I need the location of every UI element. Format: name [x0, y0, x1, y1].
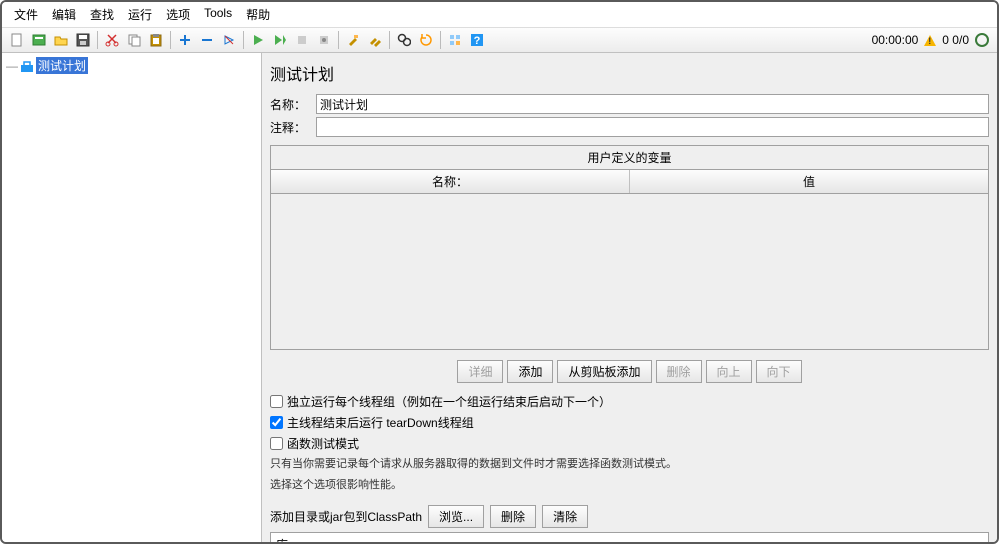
main-split: — 测试计划 测试计划 名称： 注释： 用户定义的变量 名称： 值: [2, 53, 997, 542]
cut-icon[interactable]: [102, 30, 122, 50]
tree-panel[interactable]: — 测试计划: [2, 53, 262, 542]
menu-file[interactable]: 文件: [7, 4, 45, 25]
collapse-handle-icon[interactable]: —: [6, 59, 18, 73]
comment-label: 注释：: [270, 119, 316, 136]
status-indicator-icon: [975, 33, 989, 47]
add-button[interactable]: 添加: [507, 360, 553, 383]
vars-header: 名称： 值: [271, 170, 988, 194]
start-icon[interactable]: [248, 30, 268, 50]
library-label: 库: [276, 538, 288, 542]
save-icon[interactable]: [73, 30, 93, 50]
up-button[interactable]: 向上: [706, 360, 752, 383]
vars-title: 用户定义的变量: [271, 146, 988, 170]
clear-all-icon[interactable]: [365, 30, 385, 50]
help-icon[interactable]: ?: [467, 30, 487, 50]
collapse-icon[interactable]: [197, 30, 217, 50]
browse-button[interactable]: 浏览...: [428, 505, 484, 528]
delete-button[interactable]: 删除: [656, 360, 702, 383]
col-name[interactable]: 名称：: [271, 170, 630, 193]
stop-icon[interactable]: [292, 30, 312, 50]
vars-buttons: 详细 添加 从剪贴板添加 删除 向上 向下: [270, 354, 989, 389]
name-input[interactable]: [316, 94, 989, 114]
vars-table-body[interactable]: [271, 194, 988, 349]
teardown-checkbox[interactable]: [270, 416, 283, 429]
shutdown-icon[interactable]: [314, 30, 334, 50]
clear-icon[interactable]: [343, 30, 363, 50]
tree-root-label[interactable]: 测试计划: [36, 57, 88, 74]
functional-label: 函数测试模式: [287, 435, 359, 452]
new-icon[interactable]: [7, 30, 27, 50]
editor-panel: 测试计划 名称： 注释： 用户定义的变量 名称： 值 详细 添加 从剪贴板: [262, 53, 997, 542]
expand-icon[interactable]: [175, 30, 195, 50]
menubar: 文件 编辑 查找 运行 选项 Tools 帮助: [2, 2, 997, 28]
testplan-icon: [20, 59, 34, 73]
classpath-label: 添加目录或jar包到ClassPath: [270, 508, 422, 525]
delete-cp-button[interactable]: 删除: [490, 505, 536, 528]
user-vars-box: 用户定义的变量 名称： 值: [270, 145, 989, 350]
serialize-label: 独立运行每个线程组（例如在一个组运行结束后启动下一个）: [287, 393, 611, 410]
panel-title: 测试计划: [270, 59, 989, 91]
status-bar: 00:00:00 0 0/0: [872, 33, 993, 47]
hint1: 只有当你需要记录每个请求从服务器取得的数据到文件时才需要选择函数测试模式。: [270, 456, 989, 473]
detail-button[interactable]: 详细: [457, 360, 503, 383]
comment-input[interactable]: [316, 117, 989, 137]
hint2: 选择这个选项很影响性能。: [270, 477, 989, 494]
warning-icon[interactable]: [924, 35, 936, 46]
svg-text:?: ?: [474, 35, 481, 47]
open-icon[interactable]: [51, 30, 71, 50]
toggle-icon[interactable]: [219, 30, 239, 50]
name-label: 名称：: [270, 96, 316, 113]
templates-icon[interactable]: [29, 30, 49, 50]
function-helper-icon[interactable]: [445, 30, 465, 50]
menu-run[interactable]: 运行: [121, 4, 159, 25]
tree-root-item[interactable]: — 测试计划: [6, 57, 257, 74]
menu-search[interactable]: 查找: [83, 4, 121, 25]
search-icon[interactable]: [394, 30, 414, 50]
copy-icon[interactable]: [124, 30, 144, 50]
menu-options[interactable]: 选项: [159, 4, 197, 25]
clear-cp-button[interactable]: 清除: [542, 505, 588, 528]
serialize-checkbox[interactable]: [270, 395, 283, 408]
add-from-clipboard-button[interactable]: 从剪贴板添加: [557, 360, 651, 383]
paste-icon[interactable]: [146, 30, 166, 50]
down-button[interactable]: 向下: [756, 360, 802, 383]
menu-help[interactable]: 帮助: [239, 4, 277, 25]
functional-checkbox[interactable]: [270, 437, 283, 450]
teardown-label: 主线程结束后运行 tearDown线程组: [287, 414, 474, 431]
elapsed-time: 00:00:00: [872, 33, 919, 47]
library-list[interactable]: 库: [270, 532, 989, 542]
start-no-pause-icon[interactable]: [270, 30, 290, 50]
thread-counts: 0 0/0: [942, 33, 969, 47]
col-value[interactable]: 值: [630, 170, 988, 193]
menu-edit[interactable]: 编辑: [45, 4, 83, 25]
menu-tools[interactable]: Tools: [197, 4, 239, 25]
toolbar: ? 00:00:00 0 0/0: [2, 28, 997, 53]
reset-search-icon[interactable]: [416, 30, 436, 50]
app-window: 文件 编辑 查找 运行 选项 Tools 帮助 ?: [0, 0, 999, 544]
